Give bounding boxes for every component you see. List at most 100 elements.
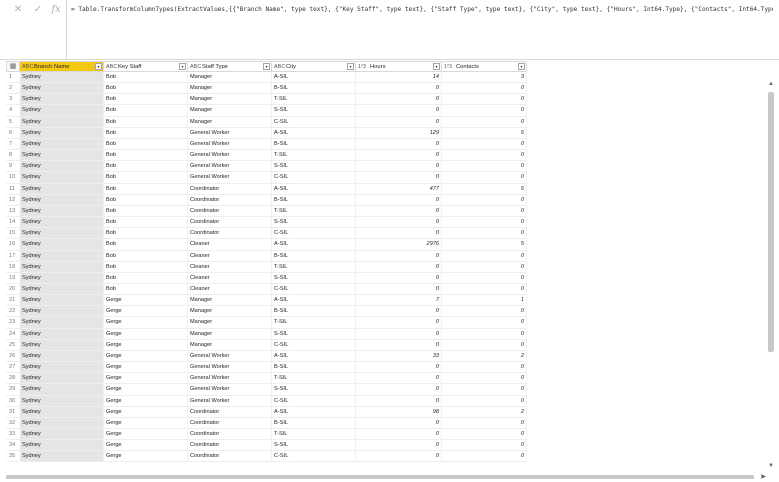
cell-hours[interactable]: 0 [356, 339, 442, 350]
scroll-down-icon[interactable]: ▼ [767, 462, 775, 470]
cell-contacts[interactable]: 0 [442, 451, 527, 462]
cell-staff-type[interactable]: Coordinator [188, 217, 272, 228]
cell-contacts[interactable]: 0 [442, 395, 527, 406]
cell-key-staff[interactable]: Bob [104, 183, 188, 194]
cell-city[interactable]: A-SIL [272, 350, 356, 362]
cell-hours[interactable]: 0 [356, 94, 442, 105]
cell-hours[interactable]: 0 [356, 328, 442, 339]
column-header-key-staff[interactable]: ABC Key Staff ▾ [104, 61, 188, 72]
cell-staff-type[interactable]: Coordinator [188, 228, 272, 239]
filter-dropdown-icon[interactable]: ▾ [179, 63, 186, 70]
cell-key-staff[interactable]: Bob [104, 127, 188, 138]
cell-staff-type[interactable]: Cleaner [188, 283, 272, 295]
cell-hours[interactable]: 2976 [356, 239, 442, 250]
cell-contacts[interactable]: 3 [442, 72, 527, 83]
cell-branch-name[interactable]: Sydney [20, 429, 104, 440]
cell-city[interactable]: A-SIL [272, 183, 356, 194]
cell-city[interactable]: A-SIL [272, 239, 356, 250]
column-type-icon[interactable]: ABC [190, 64, 201, 70]
cell-city[interactable]: C-SIL [272, 228, 356, 239]
cell-key-staff[interactable]: Gerge [104, 339, 188, 350]
cell-contacts[interactable]: 0 [442, 317, 527, 328]
cell-contacts[interactable]: 5 [442, 127, 527, 138]
cell-key-staff[interactable]: Gerge [104, 373, 188, 384]
table-icon[interactable]: ▦ [6, 61, 20, 72]
cell-staff-type[interactable]: General Worker [188, 362, 272, 373]
table-row[interactable]: 35 Sydney Gerge Coordinator C-SIL 0 0 [6, 451, 527, 463]
cell-city[interactable]: T-SIL [272, 150, 356, 161]
cell-city[interactable]: S-SIL [272, 217, 356, 228]
cell-city[interactable]: T-SIL [272, 261, 356, 272]
cell-staff-type[interactable]: Manager [188, 116, 272, 127]
cell-staff-type[interactable]: Coordinator [188, 417, 272, 428]
table-row[interactable]: 9 Sydney Bob General Worker S-SIL 0 0 [6, 161, 527, 173]
cell-contacts[interactable]: 5 [442, 239, 527, 250]
filter-dropdown-icon[interactable]: ▾ [518, 63, 525, 70]
cell-city[interactable]: B-SIL [272, 83, 356, 94]
table-row[interactable]: 24 Sydney Gerge Manager S-SIL 0 0 [6, 328, 527, 340]
cell-staff-type[interactable]: Coordinator [188, 194, 272, 205]
cell-city[interactable]: T-SIL [272, 94, 356, 105]
cell-contacts[interactable]: 0 [442, 362, 527, 373]
cell-hours[interactable]: 0 [356, 384, 442, 395]
cell-branch-name[interactable]: Sydney [20, 217, 104, 228]
cell-hours[interactable]: 477 [356, 183, 442, 194]
cell-city[interactable]: T-SIL [272, 205, 356, 217]
table-row[interactable]: 19 Sydney Bob Cleaner S-SIL 0 0 [6, 272, 527, 284]
cell-staff-type[interactable]: Manager [188, 306, 272, 317]
fx-icon[interactable]: fx [48, 3, 64, 17]
cell-contacts[interactable]: 0 [442, 194, 527, 205]
cell-contacts[interactable]: 0 [442, 272, 527, 283]
cell-branch-name[interactable]: Sydney [20, 250, 104, 261]
table-row[interactable]: 25 Sydney Gerge Manager C-SIL 0 0 [6, 339, 527, 351]
cell-hours[interactable]: 0 [356, 228, 442, 239]
cell-hours[interactable]: 0 [356, 172, 442, 183]
column-header-hours[interactable]: 1²3 Hours ▾ [356, 61, 442, 72]
column-type-icon[interactable]: ABC [106, 64, 117, 70]
cell-staff-type[interactable]: Manager [188, 295, 272, 306]
table-row[interactable]: 1 Sydney Bob Manager A-SIL 14 3 [6, 72, 527, 84]
column-header-branch-name[interactable]: ABC Branch Name ▾ [20, 61, 104, 72]
cell-hours[interactable]: 14 [356, 72, 442, 83]
cell-hours[interactable]: 0 [356, 261, 442, 272]
cell-key-staff[interactable]: Bob [104, 283, 188, 295]
cell-key-staff[interactable]: Gerge [104, 350, 188, 362]
cell-contacts[interactable]: 0 [442, 261, 527, 272]
cell-key-staff[interactable]: Gerge [104, 417, 188, 428]
cell-city[interactable]: T-SIL [272, 373, 356, 384]
cell-staff-type[interactable]: General Worker [188, 127, 272, 138]
cell-staff-type[interactable]: General Worker [188, 384, 272, 395]
cell-key-staff[interactable]: Bob [104, 205, 188, 217]
table-row[interactable]: 28 Sydney Gerge General Worker T-SIL 0 0 [6, 373, 527, 385]
cell-branch-name[interactable]: Sydney [20, 384, 104, 395]
table-row[interactable]: 18 Sydney Bob Cleaner T-SIL 0 0 [6, 261, 527, 273]
cell-branch-name[interactable]: Sydney [20, 127, 104, 138]
cell-hours[interactable]: 0 [356, 362, 442, 373]
cell-branch-name[interactable]: Sydney [20, 362, 104, 373]
cell-hours[interactable]: 0 [356, 250, 442, 261]
vertical-scroll-thumb[interactable] [768, 92, 774, 352]
cell-contacts[interactable]: 0 [442, 150, 527, 161]
cell-contacts[interactable]: 0 [442, 373, 527, 384]
cell-key-staff[interactable]: Gerge [104, 295, 188, 306]
cell-city[interactable]: C-SIL [272, 451, 356, 462]
cell-city[interactable]: B-SIL [272, 362, 356, 373]
scroll-right-icon[interactable]: ▶ [761, 474, 766, 480]
table-row[interactable]: 27 Sydney Gerge General Worker B-SIL 0 0 [6, 362, 527, 374]
cell-staff-type[interactable]: Manager [188, 339, 272, 350]
cell-key-staff[interactable]: Bob [104, 217, 188, 228]
cell-key-staff[interactable]: Gerge [104, 384, 188, 395]
cell-contacts[interactable]: 0 [442, 94, 527, 105]
table-row[interactable]: 32 Sydney Gerge Coordinator B-SIL 0 0 [6, 417, 527, 429]
column-type-icon[interactable]: 1²3 [358, 64, 368, 70]
table-row[interactable]: 30 Sydney Gerge General Worker C-SIL 0 0 [6, 395, 527, 407]
cell-branch-name[interactable]: Sydney [20, 395, 104, 406]
vertical-scrollbar[interactable]: ▲ ▼ [767, 80, 775, 470]
cell-staff-type[interactable]: General Worker [188, 138, 272, 150]
cell-branch-name[interactable]: Sydney [20, 272, 104, 283]
cell-key-staff[interactable]: Bob [104, 72, 188, 83]
cell-city[interactable]: B-SIL [272, 306, 356, 317]
cell-city[interactable]: T-SIL [272, 429, 356, 440]
table-row[interactable]: 8 Sydney Bob General Worker T-SIL 0 0 [6, 150, 527, 162]
scroll-up-icon[interactable]: ▲ [767, 80, 775, 88]
